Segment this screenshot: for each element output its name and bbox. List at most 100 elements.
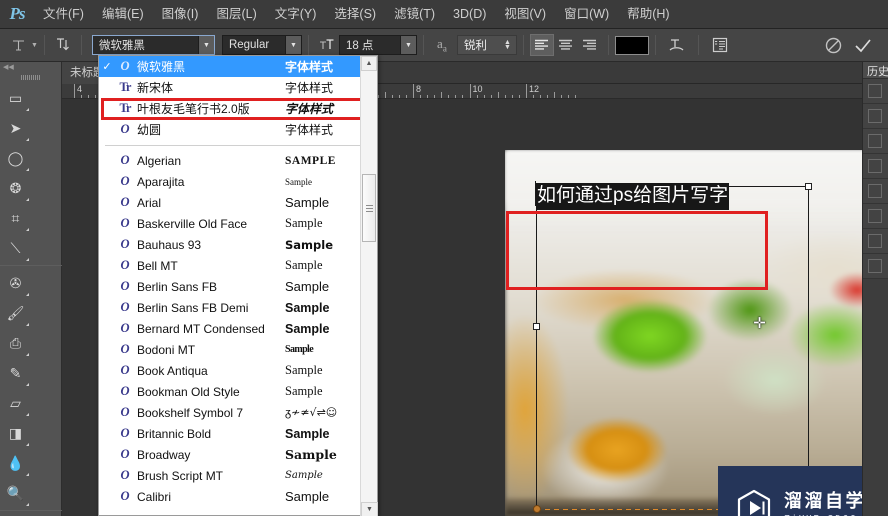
font-style-select[interactable]: Regular ▼ [221,35,302,55]
font-option[interactable]: Tr 叶根友毛笔行书2.0版 字体样式 [99,98,377,119]
align-left-icon[interactable] [529,34,554,56]
quick-selection-tool[interactable]: ❂ [0,173,31,203]
ruler-major-tick [413,84,414,98]
ruler-minor-tick [405,95,407,98]
history-brush-tool[interactable]: ✎ [0,358,31,388]
crop-tool[interactable]: ⌗ [0,203,31,233]
menu-item-3[interactable]: 图层(L) [207,0,265,29]
font-option[interactable]: O Berlin Sans FB Sample [99,276,377,297]
text-color-swatch[interactable] [614,35,649,55]
font-option[interactable]: Tr 新宋体 字体样式 [99,77,377,98]
blur-tool[interactable]: 💧 [0,448,31,478]
menu-item-4[interactable]: 文字(Y) [266,0,326,29]
canvas-text-layer[interactable]: 如何通过ps给图片写字 [536,183,730,210]
marquee-tool[interactable]: ▭ [0,83,31,113]
history-row[interactable] [863,154,888,179]
font-option[interactable]: O Book Antiqua Sample [99,360,377,381]
menu-item-5[interactable]: 选择(S) [325,0,385,29]
font-option[interactable]: O Bauhaus 93 Sample [99,234,377,255]
scroll-down-arrow-icon[interactable]: ▼ [361,502,378,516]
history-row[interactable] [863,79,888,104]
menu-item-1[interactable]: 编辑(E) [93,0,153,29]
transform-origin-point[interactable] [533,505,541,513]
history-row[interactable] [863,204,888,229]
commit-checkmark-icon[interactable] [848,32,878,58]
cancel-icon[interactable] [818,32,848,58]
font-family-dropdown[interactable]: ✓ O 微软雅黑 字体样式 Tr 新宋体 字体样式 Tr 叶根友毛笔行书2.0版 字体样式 O 幼圆字… [98,55,378,516]
history-row[interactable] [863,104,888,129]
ruler-minor-tick [427,95,429,98]
eyedropper-tool[interactable]: ⟍ [0,233,31,263]
tool-menu-triangle-icon [26,258,29,261]
menu-item-0[interactable]: 文件(F) [34,0,93,29]
tool-preset-chevron-icon[interactable]: ▼ [31,42,38,49]
history-row[interactable] [863,129,888,154]
history-panel-tab[interactable]: 历史 [863,62,888,79]
menu-item-2[interactable]: 图像(I) [153,0,208,29]
font-option[interactable]: O Bookshelf Symbol 7 ᵹ≁≄√⇌☺ [99,402,377,423]
scrollbar-thumb[interactable] [362,174,376,242]
font-option[interactable]: O Brush Script MT Sample [99,465,377,486]
chevron-down-icon[interactable]: ▼ [197,36,214,54]
character-panel-icon[interactable] [705,32,735,58]
canvas[interactable]: 如何通过ps给图片写字 ✛ 溜溜自学 ZiXUE.3D66.COM [505,150,888,516]
gradient-tool[interactable]: ◨ [0,418,31,448]
history-row[interactable] [863,179,888,204]
font-option[interactable]: O Bernard MT Condensed Sample [99,318,377,339]
brush-tool[interactable]: 🖌 [0,298,31,328]
tool-menu-triangle-icon [26,168,29,171]
bbox-handle-top-right[interactable] [805,183,812,190]
menu-item-10[interactable]: 帮助(H) [618,0,678,29]
font-option-name: Book Antiqua [137,363,208,378]
menu-item-8[interactable]: 视图(V) [495,0,555,29]
text-tool-icon[interactable] [6,33,30,57]
history-row[interactable] [863,229,888,254]
font-size-select[interactable]: 18 点 ▼ [338,35,417,55]
font-option[interactable]: O Bodoni MT Sample [99,339,377,360]
tool-menu-triangle-icon [26,293,29,296]
menu-bar: Ps 文件(F) 编辑(E) 图像(I) 图层(L) 文字(Y) 选择(S) 滤镜(T) 3D… [0,0,888,29]
font-option[interactable]: O Bell MT Sample [99,255,377,276]
font-option[interactable]: O Aparajita Sample [99,171,377,192]
tool-group-0: ▭ ➤ ◯ ❂ ⌗ ⟍ [0,83,61,263]
panel-drag-handle[interactable] [0,72,61,83]
font-option[interactable]: O Baskerville Old Face Sample [99,213,377,234]
history-row[interactable] [863,254,888,279]
font-option[interactable]: O Berlin Sans FB Demi Sample [99,297,377,318]
tool-menu-triangle-icon [26,198,29,201]
font-option[interactable]: ✓ O 微软雅黑 字体样式 [99,56,377,77]
align-center-icon[interactable] [554,34,578,56]
menu-item-6[interactable]: 滤镜(T) [385,0,444,29]
eraser-tool[interactable]: ▱ [0,388,31,418]
font-option[interactable]: O Arial Sample [99,192,377,213]
font-family-select[interactable]: 微软雅黑 ▼ [91,35,215,55]
opentype-icon: O [120,300,130,314]
scroll-up-arrow-icon[interactable]: ▲ [361,56,377,71]
bbox-handle-middle-left[interactable] [533,323,540,330]
clone-stamp-tool[interactable]: ⎙ [0,328,31,358]
chevron-down-icon[interactable]: ▼ [399,36,416,54]
history-state-icon [868,109,882,123]
stepper-icon[interactable]: ▲ ▼ [504,39,516,51]
font-option-name: Bauhaus 93 [137,237,202,252]
text-orientation-icon[interactable] [51,33,75,57]
font-option[interactable]: O Calibri Sample [99,486,377,507]
anti-alias-select[interactable]: 锐利 ▲ ▼ [456,35,517,55]
font-option[interactable]: O 幼圆 字体样式 [99,119,377,140]
dodge-tool[interactable]: 🔍 [0,478,31,508]
font-option[interactable]: O Britannic Bold Sample [99,423,377,444]
opentype-icon: O [120,384,130,398]
font-option[interactable]: O Broadway Sample [99,444,377,465]
warp-text-icon[interactable] [662,32,692,58]
align-right-icon[interactable] [578,34,602,56]
menu-item-7[interactable]: 3D(D) [444,0,495,29]
chevron-down-icon[interactable]: ▼ [284,36,301,54]
move-tool[interactable]: ➤ [0,113,31,143]
font-list-scrollbar[interactable]: ▲ ▼ [360,56,378,516]
panel-collapse-icon[interactable]: ◀◀ [0,62,61,72]
spot-healing-tool[interactable]: ✇ [0,268,31,298]
menu-item-9[interactable]: 窗口(W) [555,0,618,29]
font-option[interactable]: O Algerian SAMPLE [99,150,377,171]
font-option[interactable]: O Bookman Old Style Sample [99,381,377,402]
lasso-tool[interactable]: ◯ [0,143,31,173]
